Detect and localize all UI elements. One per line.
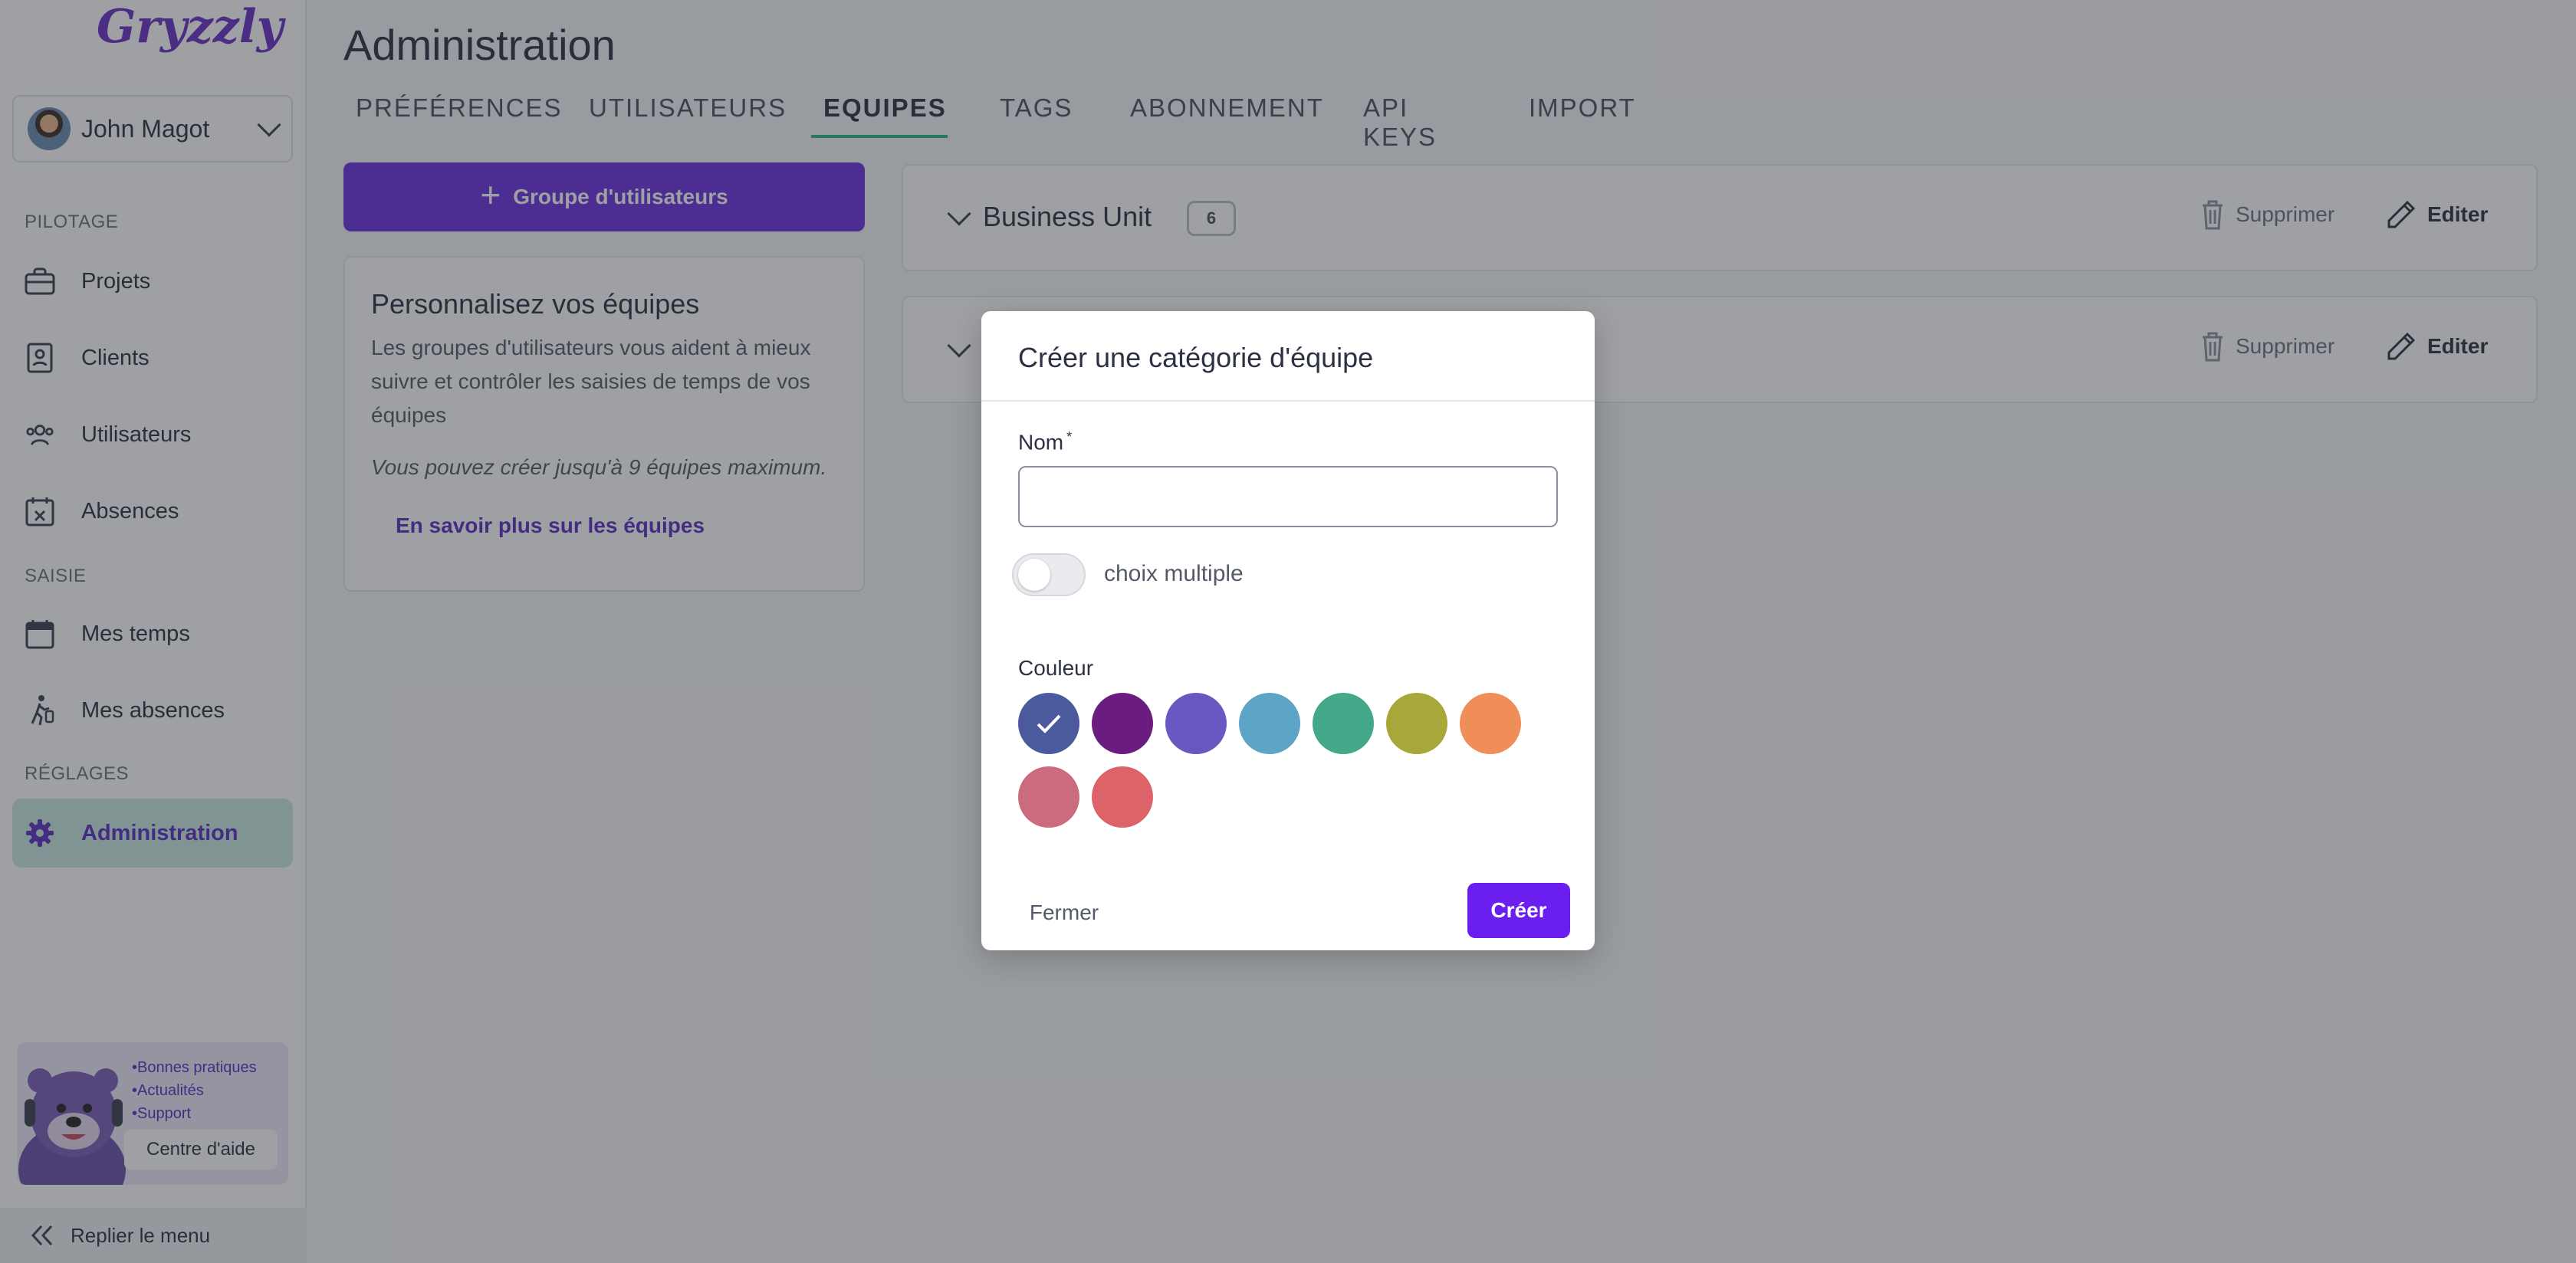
create-button[interactable]: Créer xyxy=(1467,883,1570,938)
color-swatch[interactable] xyxy=(1018,693,1079,754)
color-swatch[interactable] xyxy=(1386,693,1447,754)
color-swatch[interactable] xyxy=(1092,693,1153,754)
multiple-choice-label: choix multiple xyxy=(1104,561,1244,586)
color-swatch[interactable] xyxy=(1092,766,1153,828)
toggle-knob xyxy=(1018,559,1050,591)
name-label-text: Nom xyxy=(1018,430,1064,454)
required-mark: * xyxy=(1066,429,1073,445)
name-input[interactable] xyxy=(1018,466,1558,527)
name-field-label: Nom * xyxy=(1018,429,1072,454)
color-label: Couleur xyxy=(1018,656,1094,680)
color-swatch[interactable] xyxy=(1239,693,1300,754)
color-swatch[interactable] xyxy=(1313,693,1374,754)
color-swatch[interactable] xyxy=(1460,693,1521,754)
color-swatch[interactable] xyxy=(1165,693,1227,754)
create-team-category-dialog: Créer une catégorie d'équipe Nom * choix … xyxy=(981,311,1595,950)
multiple-choice-toggle[interactable] xyxy=(1012,553,1086,596)
check-icon xyxy=(1037,714,1061,733)
color-swatch[interactable] xyxy=(1018,766,1079,828)
close-button[interactable]: Fermer xyxy=(1018,884,1110,941)
dialog-title: Créer une catégorie d'équipe xyxy=(981,311,1595,402)
